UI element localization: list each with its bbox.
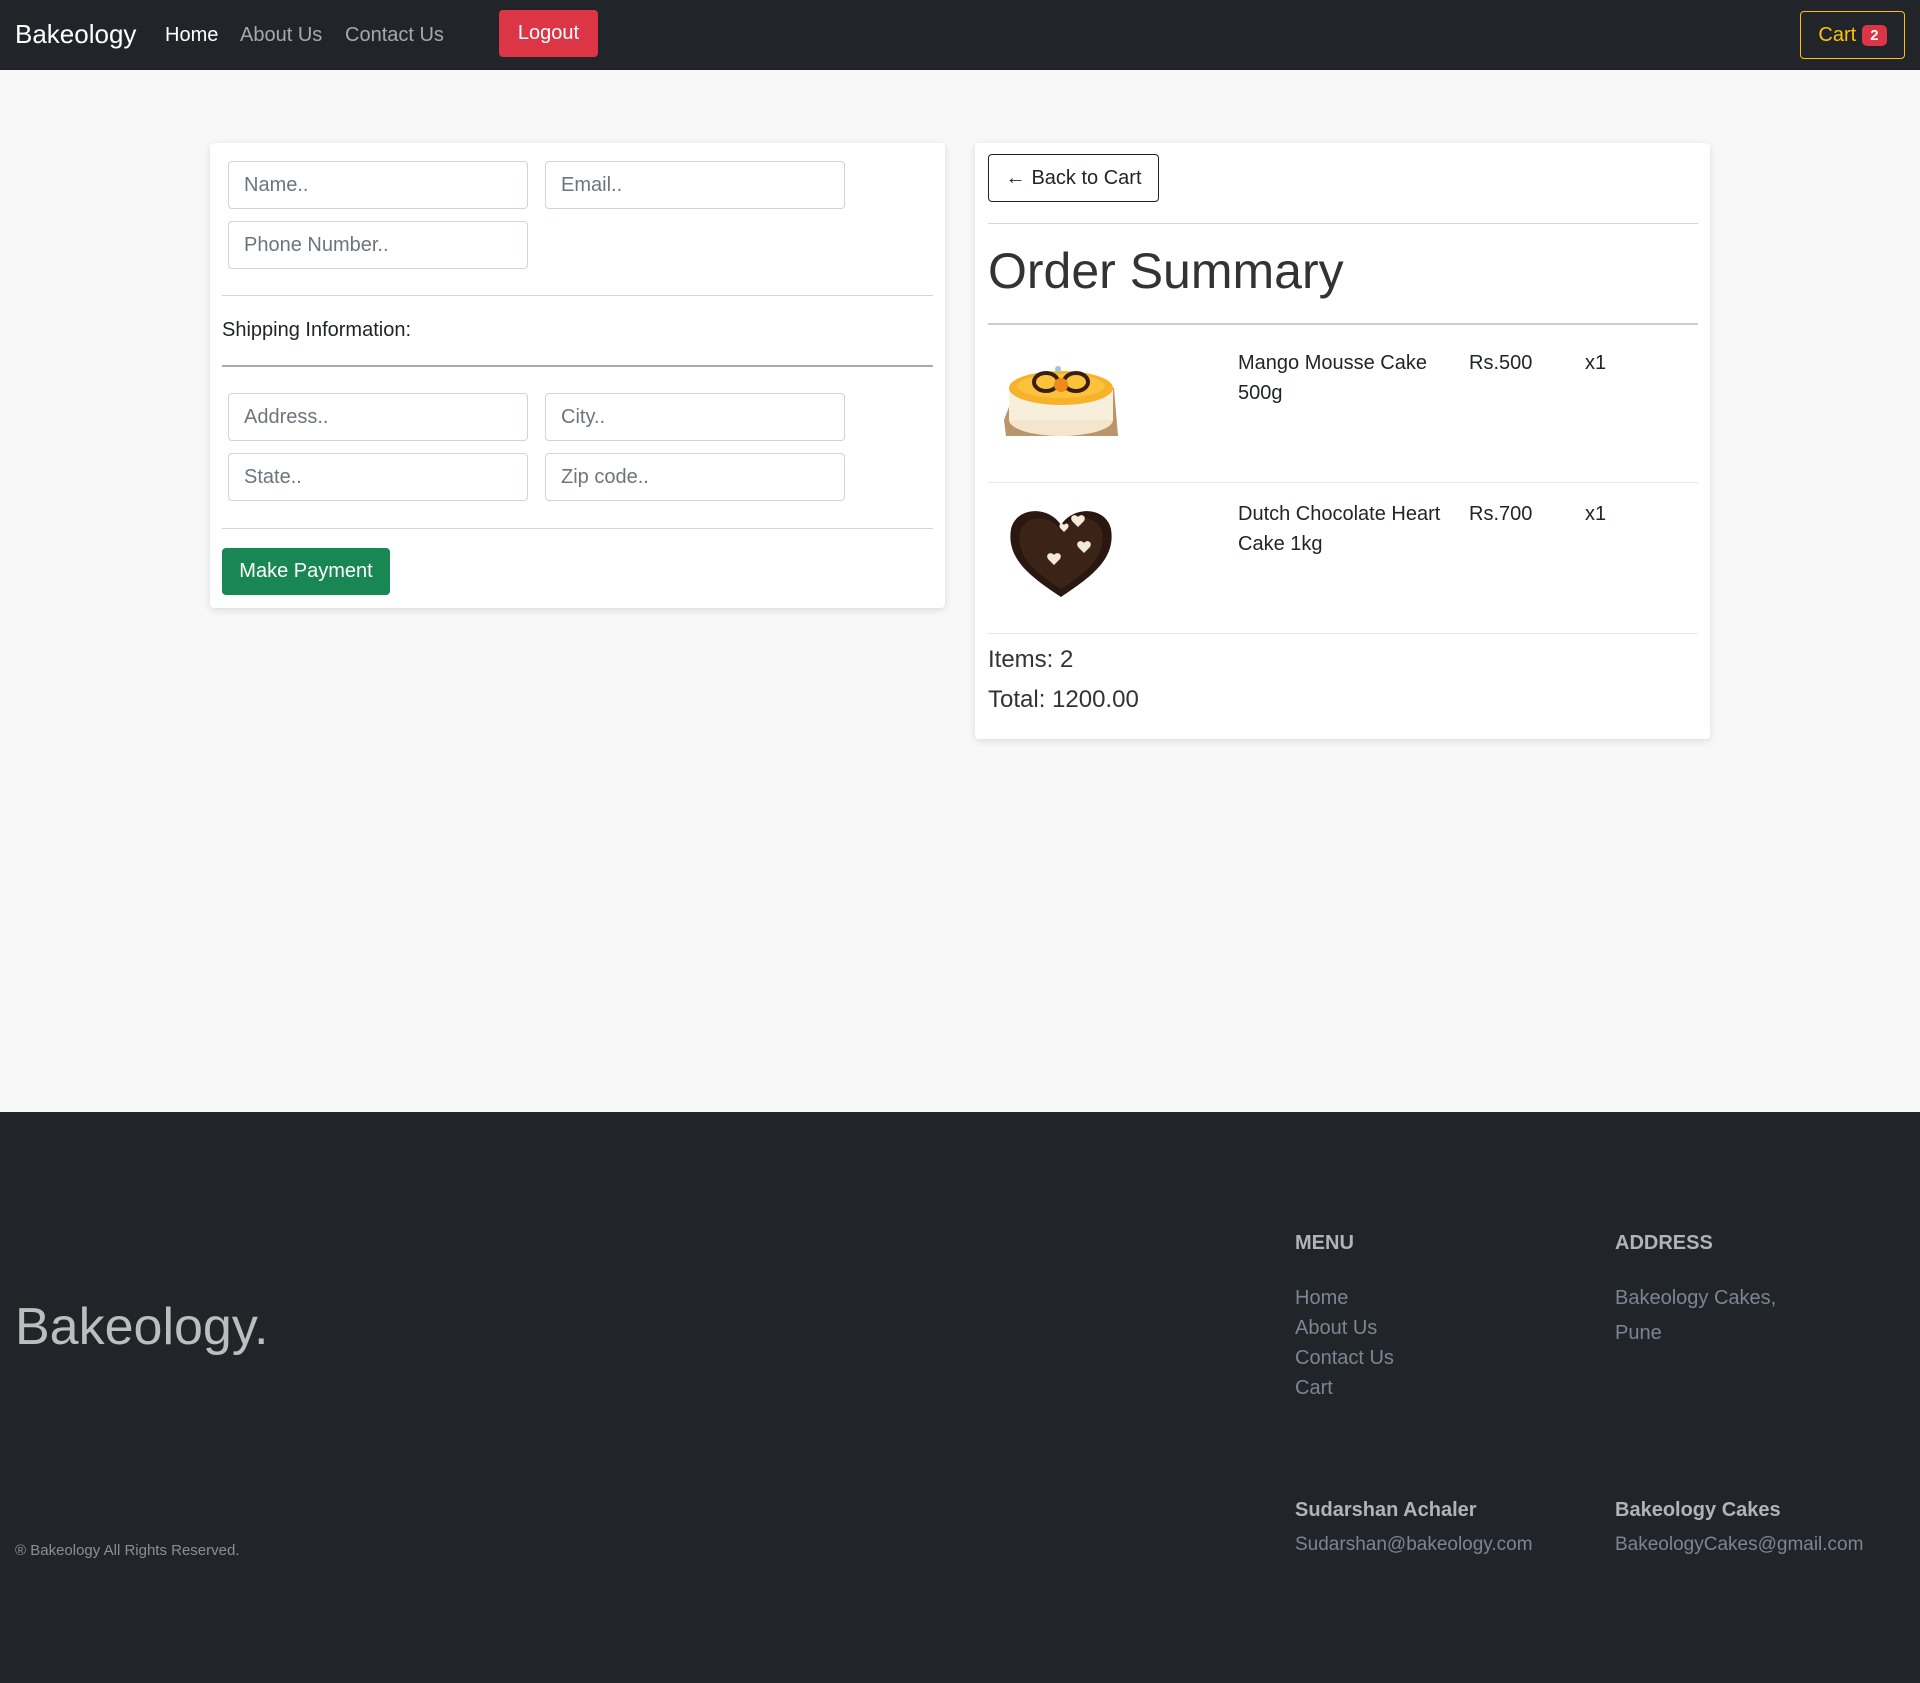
footer-menu-heading: MENU — [1295, 1232, 1354, 1254]
divider — [222, 528, 933, 529]
checkout-form-card: Shipping Information: Make Payment — [210, 143, 945, 608]
order-item: Dutch Chocolate Heart Cake 1kg Rs.700 x1 — [988, 479, 1698, 629]
nav-about-us[interactable]: About Us — [240, 24, 322, 47]
footer-link-contact-us[interactable]: Contact Us — [1295, 1343, 1394, 1373]
cart-button[interactable]: Cart 2 — [1800, 11, 1905, 59]
divider — [222, 295, 933, 296]
address-line: Bakeology Cakes, — [1615, 1287, 1777, 1309]
email-field[interactable] — [545, 161, 845, 209]
contact-name: Bakeology Cakes — [1615, 1499, 1781, 1521]
footer-link-home[interactable]: Home — [1295, 1283, 1348, 1313]
footer-logo: Bakeology. — [15, 1298, 269, 1356]
nav-contact-us[interactable]: Contact Us — [345, 24, 444, 47]
footer-address-heading: ADDRESS — [1615, 1232, 1713, 1254]
logout-button[interactable]: Logout — [499, 10, 598, 57]
item-name: Dutch Chocolate Heart Cake 1kg — [1238, 503, 1441, 555]
items-count: Items: 2 — [988, 646, 1074, 673]
navbar: Bakeology Home About Us Contact Us Logou… — [0, 0, 1920, 70]
item-price: Rs.500 — [1469, 352, 1533, 374]
item-quantity: x1 — [1585, 352, 1607, 374]
order-total: Total: 1200.00 — [988, 686, 1139, 713]
phone-field[interactable] — [228, 221, 528, 269]
nav-home[interactable]: Home — [165, 24, 218, 47]
cart-count-badge: 2 — [1862, 24, 1887, 46]
item-quantity: x1 — [1585, 503, 1607, 525]
contact-email[interactable]: Sudarshan@bakeology.com — [1295, 1534, 1533, 1556]
cart-label: Cart — [1818, 23, 1857, 46]
city-field[interactable] — [545, 393, 845, 441]
order-item: Mango Mousse Cake 500g Rs.500 x1 — [988, 328, 1698, 478]
address-field[interactable] — [228, 393, 528, 441]
back-to-cart-button[interactable]: ← Back to Cart — [988, 154, 1159, 202]
item-name: Mango Mousse Cake 500g — [1238, 352, 1427, 404]
order-summary-title: Order Summary — [988, 243, 1344, 299]
footer-link-about-us[interactable]: About Us — [1295, 1313, 1377, 1343]
name-field[interactable] — [228, 161, 528, 209]
divider — [988, 323, 1698, 325]
footer: Bakeology. ® Bakeology All Rights Reserv… — [0, 1112, 1920, 1683]
item-price: Rs.700 — [1469, 503, 1533, 525]
contact-email[interactable]: BakeologyCakes@gmail.com — [1615, 1534, 1863, 1556]
divider — [988, 223, 1698, 224]
brand-logo[interactable]: Bakeology — [15, 19, 136, 50]
copyright-text: ® Bakeology All Rights Reserved. — [15, 1542, 240, 1559]
address-line: Pune — [1615, 1322, 1662, 1344]
chocolate-heart-cake-image — [1010, 511, 1112, 597]
contact-name: Sudarshan Achaler — [1295, 1499, 1477, 1521]
make-payment-button[interactable]: Make Payment — [222, 548, 390, 595]
arrow-left-icon: ← — [1005, 166, 1026, 189]
order-summary-card: ← Back to Cart Order Summary Mango Mouss… — [975, 143, 1710, 739]
shipping-info-label: Shipping Information: — [222, 319, 412, 341]
footer-link-cart[interactable]: Cart — [1295, 1373, 1333, 1403]
back-to-cart-label: Back to Cart — [1031, 166, 1142, 189]
state-field[interactable] — [228, 453, 528, 501]
mango-mousse-cake-image — [1004, 366, 1118, 436]
divider — [988, 633, 1698, 634]
divider — [222, 365, 933, 367]
zip-code-field[interactable] — [545, 453, 845, 501]
